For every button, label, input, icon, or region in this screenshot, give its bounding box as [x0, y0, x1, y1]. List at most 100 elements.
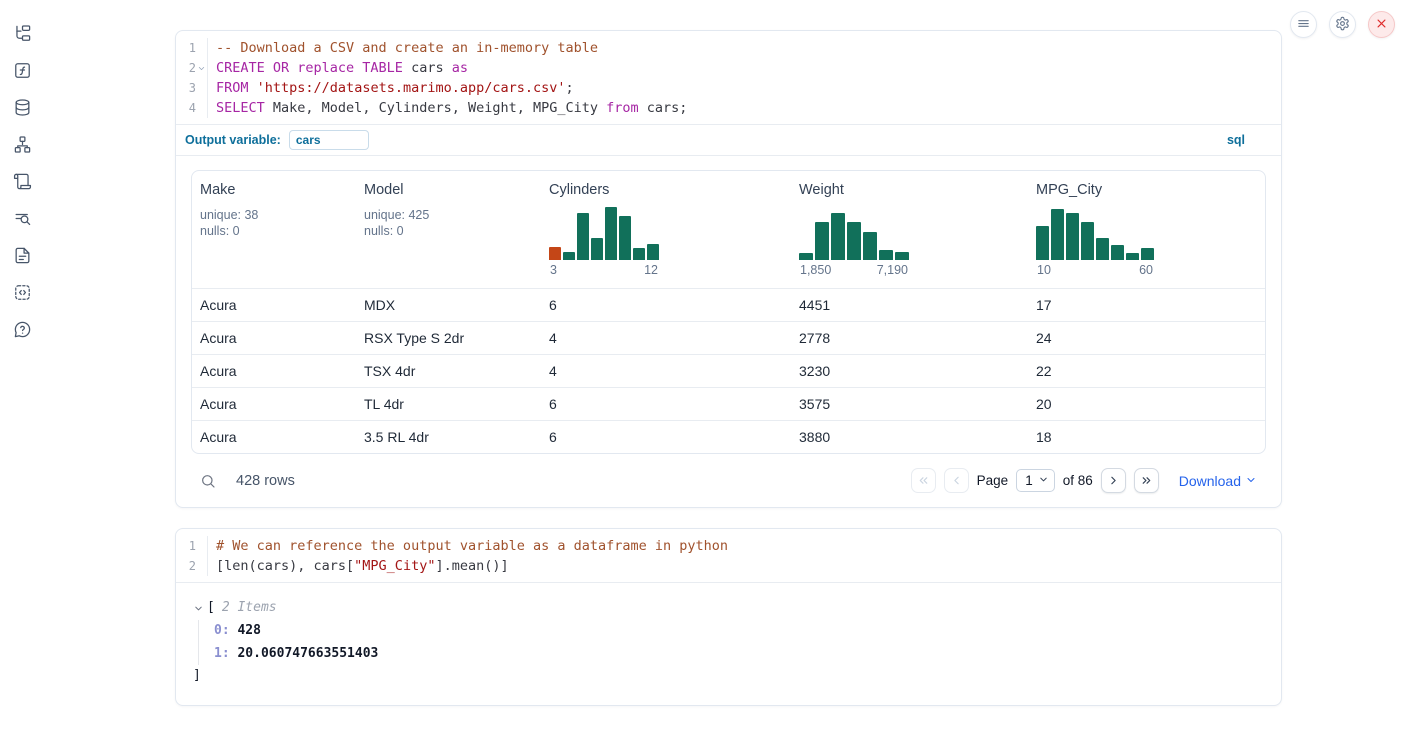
python-code-editor[interactable]: 1# We can reference the output variable …	[176, 529, 1281, 582]
histogram-bar[interactable]	[847, 222, 861, 260]
histogram-bar[interactable]	[591, 238, 603, 260]
collapse-chevron-icon[interactable]	[193, 603, 204, 614]
histogram-bar[interactable]	[619, 216, 631, 260]
database-icon[interactable]	[12, 97, 32, 117]
table-cell: 22	[1028, 355, 1265, 387]
table-row[interactable]: AcuraTL 4dr6357520	[192, 387, 1265, 420]
table-cell: 3575	[791, 388, 1028, 420]
table-row[interactable]: AcuraMDX6445117	[192, 288, 1265, 321]
hamburger-icon	[1296, 16, 1311, 34]
table-row[interactable]: AcuraRSX Type S 2dr4277824	[192, 321, 1265, 354]
entry-value: 20.060747663551403	[230, 646, 379, 661]
histogram-bar[interactable]	[1081, 222, 1094, 261]
line-number: 2	[176, 58, 208, 78]
histogram-bar[interactable]	[563, 252, 575, 260]
axis-min-label: 1,850	[800, 262, 831, 278]
histogram-bar[interactable]	[633, 248, 645, 260]
column-stats: unique: 425nulls: 0	[364, 207, 533, 239]
logs-icon[interactable]	[12, 208, 32, 228]
histogram-bar[interactable]	[549, 247, 561, 260]
axis-max-label: 7,190	[877, 262, 908, 278]
column-header-make[interactable]: Makeunique: 38nulls: 0	[192, 171, 356, 288]
table-cell: 6	[541, 289, 791, 321]
output-entry: 1: 20.060747663551403	[214, 643, 1265, 666]
column-stats: unique: 38nulls: 0	[200, 207, 348, 239]
axis-max-label: 12	[644, 262, 658, 278]
table-cell: 2778	[791, 322, 1028, 354]
code-text: SELECT Make, Model, Cylinders, Weight, M…	[208, 98, 687, 118]
histogram-bar[interactable]	[799, 253, 813, 260]
pagination: Page 1 of 86	[911, 468, 1159, 493]
download-button[interactable]: Download	[1179, 473, 1257, 489]
next-page-button[interactable]	[1101, 468, 1126, 493]
table-cell: 6	[541, 421, 791, 453]
document-icon[interactable]	[12, 245, 32, 265]
code-line: 2CREATE OR replace TABLE cars as	[176, 58, 1281, 78]
histogram-bar[interactable]	[1141, 248, 1154, 260]
close-button[interactable]	[1368, 11, 1395, 38]
histogram-bar[interactable]	[1111, 245, 1124, 260]
code-line: 4SELECT Make, Model, Cylinders, Weight, …	[176, 98, 1281, 118]
file-tree-icon[interactable]	[12, 23, 32, 43]
histogram-bar[interactable]	[605, 207, 617, 260]
topbar-actions	[1290, 11, 1395, 38]
snippets-icon[interactable]	[12, 282, 32, 302]
histogram-bar[interactable]	[815, 222, 829, 260]
table-cell: 4451	[791, 289, 1028, 321]
histogram-bars	[1036, 205, 1154, 260]
fold-chevron-icon[interactable]	[197, 64, 206, 73]
table-row[interactable]: Acura3.5 RL 4dr6388018	[192, 420, 1265, 453]
histogram-bar[interactable]	[831, 213, 845, 260]
histogram-bar[interactable]	[1036, 226, 1049, 260]
table-cell: 24	[1028, 322, 1265, 354]
table-cell: Acura	[192, 355, 356, 387]
column-header-cylinders[interactable]: Cylinders312	[541, 171, 791, 288]
column-name: Weight	[799, 181, 1020, 199]
histogram-bar[interactable]	[1096, 238, 1109, 260]
code-line: 1# We can reference the output variable …	[176, 536, 1281, 556]
table-cell: 17	[1028, 289, 1265, 321]
page-label: Page	[977, 473, 1009, 488]
histogram-bar[interactable]	[879, 250, 893, 260]
prev-page-button[interactable]	[944, 468, 969, 493]
column-header-weight[interactable]: Weight 1,850 7,190	[791, 171, 1028, 288]
histogram-bar[interactable]	[1126, 253, 1139, 260]
histogram-bar[interactable]	[1066, 213, 1079, 260]
notebook: 1-- Download a CSV and create an in-memo…	[175, 30, 1282, 706]
scroll-icon[interactable]	[12, 171, 32, 191]
column-header-model[interactable]: Model unique: 425nulls: 0	[356, 171, 541, 288]
settings-button[interactable]	[1329, 11, 1356, 38]
table-cell: RSX Type S 2dr	[356, 322, 541, 354]
table-row[interactable]: AcuraTSX 4dr4323022	[192, 354, 1265, 387]
dependency-graph-icon[interactable]	[12, 134, 32, 154]
variables-icon[interactable]	[12, 60, 32, 80]
histogram-axis-labels: 1,850 7,190	[799, 262, 909, 278]
close-bracket: ]	[193, 665, 1265, 687]
output-tree-header[interactable]: [2 Items	[193, 597, 1265, 619]
table-cell: Acura	[192, 289, 356, 321]
code-text: [len(cars), cars["MPG_City"].mean()]	[208, 556, 509, 576]
help-icon[interactable]	[12, 319, 32, 339]
column-header-mpg_city[interactable]: MPG_City1060	[1028, 171, 1265, 288]
last-page-button[interactable]	[1134, 468, 1159, 493]
line-number: 1	[176, 536, 208, 556]
sql-code-editor[interactable]: 1-- Download a CSV and create an in-memo…	[176, 31, 1281, 124]
python-cell: 1# We can reference the output variable …	[175, 528, 1282, 706]
table-cell: 18	[1028, 421, 1265, 453]
table-cell: 3880	[791, 421, 1028, 453]
code-text: CREATE OR replace TABLE cars as	[208, 58, 468, 78]
search-icon[interactable]	[200, 473, 216, 489]
histogram-bar[interactable]	[863, 232, 877, 260]
first-page-button[interactable]	[911, 468, 936, 493]
table-cell: 4	[541, 322, 791, 354]
histogram-bar[interactable]	[647, 244, 659, 260]
table-cell: Acura	[192, 388, 356, 420]
histogram-bar[interactable]	[577, 213, 589, 260]
column-name: Model	[364, 181, 533, 199]
histogram-bar[interactable]	[895, 252, 909, 260]
page-select[interactable]: 1	[1016, 469, 1055, 492]
output-tree-body: 0: 4281: 20.060747663551403	[198, 620, 1265, 665]
output-variable-input[interactable]	[289, 130, 369, 150]
histogram-bar[interactable]	[1051, 209, 1064, 260]
menu-button[interactable]	[1290, 11, 1317, 38]
